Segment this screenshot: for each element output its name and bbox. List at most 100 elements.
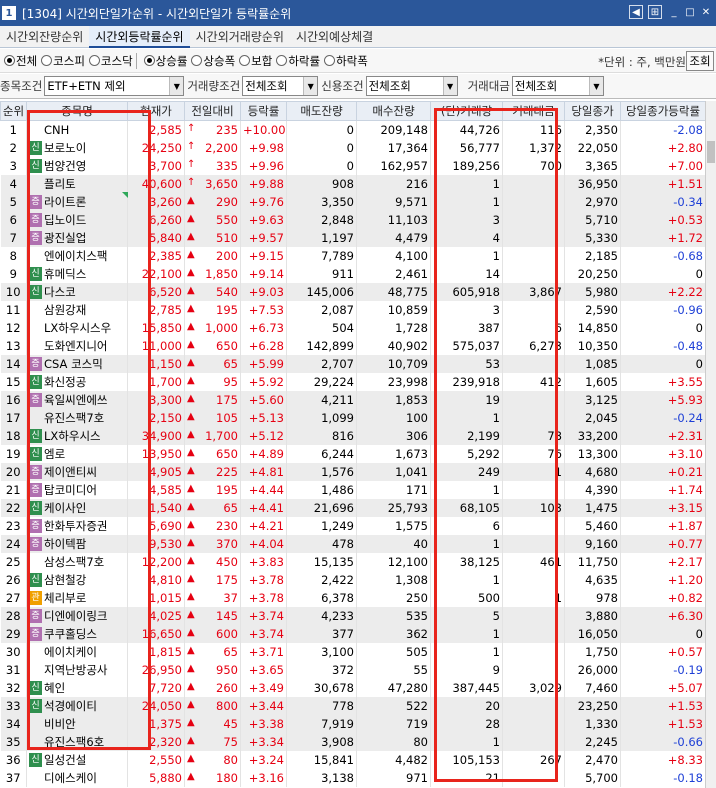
table-row[interactable]: 2 신 보로노이 24,250 ↑ 2,200 +9.98 0 17,364 56,777 1,37… <box>0 138 706 157</box>
table-row[interactable]: 7 증 광진실업 5,840 ▲ 510 +9.57 1,197 4,479 4 5,330 +1.7… <box>0 228 706 247</box>
table-row[interactable]: 36 신 일성건설 2,550 ▲ 80 +3.24 15,841 4,482 105,153 26… <box>0 750 706 769</box>
table-row[interactable]: 6 증 딥노이드 6,260 ▲ 550 +9.63 2,848 11,103 3 5,710 +0.… <box>0 210 706 229</box>
column-header[interactable]: 종목명 <box>26 101 128 121</box>
table-row[interactable]: 1 CNH 2,585 ↑ 235 +10.00 0 209,148 44,726 116 2,35… <box>0 120 706 139</box>
stock-name-cell[interactable]: 유진스팩7호 <box>26 408 128 427</box>
tab-aftermarket-rate[interactable]: 시간외등락률순위 <box>89 26 190 48</box>
stock-name-cell[interactable]: 신 화신정공 <box>26 372 128 391</box>
close-icon[interactable]: ✕ <box>699 5 713 19</box>
maximize-icon[interactable]: □ <box>683 5 697 19</box>
column-header[interactable]: 등락률 <box>240 101 287 121</box>
table-row[interactable]: 4 플리토 40,600 ↑ 3,650 +9.88 908 216 1 36,950 +1.51 <box>0 174 706 193</box>
table-row[interactable]: 24 증 하이텍팜 9,530 ▲ 370 +4.04 478 40 1 9,160 +0.77 <box>0 534 706 553</box>
stock-name-cell[interactable]: 증 쿠쿠홀딩스 <box>26 624 128 643</box>
stock-name-cell[interactable]: 유진스팩6호 <box>26 732 128 751</box>
radio-rank-fall-rate[interactable]: 하락률 <box>276 53 320 69</box>
radio-rank-fall-amount[interactable]: 하락폭 <box>324 53 368 69</box>
table-row[interactable]: 8 엔에이치스팩 2,385 ▲ 200 +9.15 7,789 4,100 1 2,185 -0.… <box>0 246 706 265</box>
table-row[interactable]: 18 신 LX하우시스 34,900 ▲ 1,700 +5.12 816 306 2,199 78 3… <box>0 426 706 445</box>
stock-name-cell[interactable]: 신 범양건영 <box>26 156 128 175</box>
stock-name-cell[interactable]: 도화엔지니어 <box>26 336 128 355</box>
table-row[interactable]: 17 유진스팩7호 2,150 ▲ 105 +5.13 1,099 100 1 2,045 -0.2… <box>0 408 706 427</box>
volume-condition-select[interactable]: 전체조회 ▼ <box>242 76 319 96</box>
column-header[interactable]: 당일종가등락률 <box>620 101 706 121</box>
tab-aftermarket-volume[interactable]: 시간외거래량순위 <box>190 26 290 48</box>
menu-icon[interactable]: ⊞ <box>648 5 662 19</box>
minimize-icon[interactable]: _ <box>667 5 681 19</box>
table-row[interactable]: 34 비비안 1,375 ▲ 45 +3.38 7,919 719 28 1,330 +1.53 <box>0 714 706 733</box>
stock-name-cell[interactable]: 신 삼현철강 <box>26 570 128 589</box>
radio-rank-rise-rate[interactable]: 상승률 <box>143 53 187 69</box>
stock-name-cell[interactable]: 지역난방공사 <box>26 660 128 679</box>
table-row[interactable]: 13 도화엔지니어 11,000 ▲ 650 +6.28 142,899 40,902 575,… <box>0 336 706 355</box>
stock-name-cell[interactable]: 신 LX하우시스 <box>26 426 128 445</box>
table-row[interactable]: 12 LX하우시스우 15,850 ▲ 1,000 +6.73 504 1,728 387 6 14… <box>0 318 706 337</box>
table-row[interactable]: 32 신 혜인 7,720 ▲ 260 +3.49 30,678 47,280 387,445 3,… <box>0 678 706 697</box>
table-row[interactable]: 16 증 육일씨엔에쓰 3,300 ▲ 175 +5.60 4,211 1,853 19 3,125… <box>0 390 706 409</box>
stock-name-cell[interactable]: LX하우시스우 <box>26 318 128 337</box>
column-header[interactable]: 거래대금 <box>502 101 565 121</box>
table-row[interactable]: 22 신 케이사인 1,540 ▲ 65 +4.41 21,696 25,793 68,105 10… <box>0 498 706 517</box>
stock-name-cell[interactable]: 플리토 <box>26 174 128 193</box>
amount-condition-select[interactable]: 전체조회 ▼ <box>511 76 604 96</box>
radio-rank-rise-amount[interactable]: 상승폭 <box>191 53 235 69</box>
stock-name-cell[interactable]: 증 탑코미디어 <box>26 480 128 499</box>
stock-name-cell[interactable]: 신 휴메딕스 <box>26 264 128 283</box>
stock-name-cell[interactable]: 증 하이텍팜 <box>26 534 128 553</box>
stock-name-cell[interactable]: 신 엠로 <box>26 444 128 463</box>
stock-name-cell[interactable]: 신 케이사인 <box>26 498 128 517</box>
radio-market-kosdaq[interactable]: 코스닥 <box>88 53 133 69</box>
stock-name-cell[interactable]: 신 보로노이 <box>26 138 128 157</box>
stock-name-cell[interactable]: 신 일성건설 <box>26 750 128 769</box>
column-header[interactable]: 순위 <box>0 101 27 121</box>
column-header[interactable]: 현재가 <box>127 101 185 121</box>
tab-aftermarket-remaining[interactable]: 시간외잔량순위 <box>0 26 89 48</box>
table-row[interactable]: 33 신 석경에이티 24,050 ▲ 800 +3.44 778 522 20 23,250 +1.… <box>0 696 706 715</box>
stock-name-cell[interactable]: 에이치케이 <box>26 642 128 661</box>
table-row[interactable]: 30 에이치케이 1,815 ▲ 65 +3.71 3,100 505 1 1,750 +0.57 <box>0 642 706 661</box>
table-row[interactable]: 31 지역난방공사 26,950 ▲ 950 +3.65 372 55 9 26,000 -0.19 <box>0 660 706 679</box>
stock-name-cell[interactable]: 증 제이앤티씨 <box>26 462 128 481</box>
stock-condition-select[interactable]: ETF+ETN 제외 ▼ <box>44 76 185 96</box>
table-row[interactable]: 15 신 화신정공 1,700 ▲ 95 +5.92 29,224 23,998 239,918 4… <box>0 372 706 391</box>
table-row[interactable]: 23 증 한화투자증권 5,690 ▲ 230 +4.21 1,249 1,575 6 5,460 +… <box>0 516 706 535</box>
tab-aftermarket-expected[interactable]: 시간외예상체결 <box>290 26 379 48</box>
radio-market-kospi[interactable]: 코스피 <box>41 53 85 69</box>
table-row[interactable]: 14 증 CSA 코스믹 1,150 ▲ 65 +5.99 2,707 10,709 53 1,08… <box>0 354 706 373</box>
table-row[interactable]: 11 삼원강재 2,785 ▲ 195 +7.53 2,087 10,859 3 2,590 -0.… <box>0 300 706 319</box>
stock-name-cell[interactable]: CNH <box>26 120 128 139</box>
column-header[interactable]: 전일대비 <box>184 101 241 121</box>
radio-rank-flat[interactable]: 보합 <box>239 53 272 69</box>
table-row[interactable]: 25 삼성스팩7호 12,200 ▲ 450 +3.83 15,135 12,100 38,12… <box>0 552 706 571</box>
stock-name-cell[interactable]: 신 다스코 <box>26 282 128 301</box>
table-row[interactable]: 27 관 체리부로 1,015 ▲ 37 +3.78 6,378 250 500 1 978 +0.82 <box>0 588 706 607</box>
table-row[interactable]: 37 디에스케이 5,880 ▲ 180 +3.16 3,138 971 21 5,700 -0.1… <box>0 768 706 787</box>
table-row[interactable]: 3 신 범양건영 3,700 ↑ 335 +9.96 0 162,957 189,256 700 3,… <box>0 156 706 175</box>
table-row[interactable]: 10 신 다스코 6,520 ▲ 540 +9.03 145,006 48,775 605,918… <box>0 282 706 301</box>
radio-market-all[interactable]: 전체 <box>4 53 37 69</box>
stock-name-cell[interactable]: 엔에이치스팩 <box>26 246 128 265</box>
lookup-button[interactable]: 조회 <box>686 51 714 71</box>
table-row[interactable]: 35 유진스팩6호 2,320 ▲ 75 +3.34 3,908 80 1 2,245 -0.66 <box>0 732 706 751</box>
table-row[interactable]: 28 증 디엔에이링크 4,025 ▲ 145 +3.74 4,233 535 5 3,880 +6.… <box>0 606 706 625</box>
table-row[interactable]: 21 증 탑코미디어 4,585 ▲ 195 +4.44 1,486 171 1 4,390 +1.7… <box>0 480 706 499</box>
stock-name-cell[interactable]: 증 광진실업 <box>26 228 128 247</box>
credit-condition-select[interactable]: 전체조회 ▼ <box>365 76 458 96</box>
stock-name-cell[interactable]: 신 석경에이티 <box>26 696 128 715</box>
table-row[interactable]: 9 신 휴메딕스 22,100 ▲ 1,850 +9.14 911 2,461 14 20,250 0 <box>0 264 706 283</box>
column-header[interactable]: 매도잔량 <box>286 101 357 121</box>
stock-name-cell[interactable]: 디에스케이 <box>26 768 128 787</box>
table-row[interactable]: 26 신 삼현철강 4,810 ▲ 175 +3.78 2,422 1,308 1 4,635 +1.… <box>0 570 706 589</box>
stock-name-cell[interactable]: 신 혜인 <box>26 678 128 697</box>
stock-name-cell[interactable]: 증 라이트론 <box>26 192 128 211</box>
table-row[interactable]: 29 증 쿠쿠홀딩스 16,650 ▲ 600 +3.74 377 362 1 16,050 0 <box>0 624 706 643</box>
table-row[interactable]: 20 증 제이앤티씨 4,905 ▲ 225 +4.81 1,576 1,041 249 1 4,68… <box>0 462 706 481</box>
stock-name-cell[interactable]: 증 한화투자증권 <box>26 516 128 535</box>
stock-name-cell[interactable]: 관 체리부로 <box>26 588 128 607</box>
stock-name-cell[interactable]: 삼성스팩7호 <box>26 552 128 571</box>
table-row[interactable]: 19 신 엠로 13,950 ▲ 650 +4.89 6,244 1,673 5,292 76 13,… <box>0 444 706 463</box>
stock-name-cell[interactable]: 증 딥노이드 <box>26 210 128 229</box>
vertical-scrollbar[interactable] <box>705 101 716 788</box>
stock-name-cell[interactable]: 증 CSA 코스믹 <box>26 354 128 373</box>
stock-name-cell[interactable]: 삼원강재 <box>26 300 128 319</box>
